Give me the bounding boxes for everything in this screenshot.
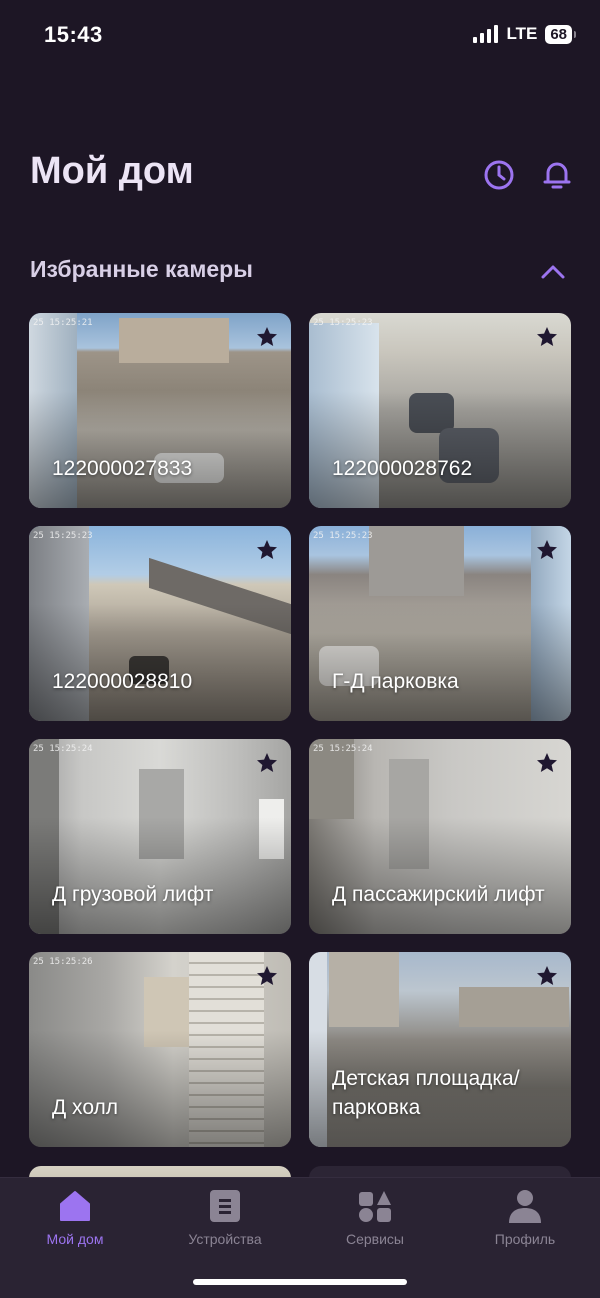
camera-card[interactable]: 25 15:25:23 122000028762: [309, 313, 571, 508]
status-bar: 15:43 LTE 68: [0, 0, 600, 70]
network-type: LTE: [506, 24, 538, 43]
nav-item-profile[interactable]: Профиль: [450, 1178, 600, 1258]
nav-label: Сервисы: [345, 1231, 404, 1247]
camera-card[interactable]: Детская площадка/ парковка: [309, 952, 571, 1147]
services-icon: [359, 1191, 391, 1222]
status-indicators: LTE 68: [473, 24, 576, 44]
signal-icon: [473, 25, 499, 43]
camera-label: Д холл: [52, 1096, 119, 1119]
camera-label: 122000028762: [332, 457, 473, 480]
battery-icon: 68: [545, 24, 576, 44]
camera-timestamp: 25 15:25:23: [313, 531, 373, 541]
camera-timestamp: 25 15:25:24: [313, 744, 373, 754]
camera-card[interactable]: 25 15:25:24 Д грузовой лифт: [29, 739, 291, 934]
nav-label: Мой дом: [46, 1231, 104, 1247]
status-time: 15:43: [44, 22, 103, 47]
camera-card[interactable]: 25 15:25:23 122000028810: [29, 526, 291, 721]
camera-timestamp: 25 15:25:23: [313, 318, 373, 328]
nav-item-home[interactable]: Мой дом: [0, 1178, 150, 1258]
camera-label: 122000028810: [52, 670, 193, 693]
camera-label: Д грузовой лифт: [52, 883, 214, 906]
nav-label: Устройства: [188, 1231, 262, 1247]
bell-icon[interactable]: [540, 158, 574, 192]
profile-icon: [509, 1190, 541, 1223]
star-icon[interactable]: [255, 538, 279, 562]
nav-item-services[interactable]: Сервисы: [300, 1178, 450, 1258]
star-icon[interactable]: [255, 751, 279, 775]
camera-label: Д пассажирский лифт: [332, 883, 545, 906]
favorites-section-title: Избранные камеры: [30, 256, 253, 282]
camera-card[interactable]: 25 15:25:26 Д холл: [29, 952, 291, 1147]
chevron-up-icon[interactable]: [540, 262, 566, 282]
home-indicator: [193, 1279, 407, 1285]
nav-label: Профиль: [494, 1231, 556, 1247]
camera-timestamp: 25 15:25:23: [33, 531, 93, 541]
star-icon[interactable]: [255, 964, 279, 988]
camera-grid: 25 15:25:21 122000027833 25 15:25:23 122…: [29, 313, 571, 1147]
star-icon[interactable]: [535, 751, 559, 775]
camera-timestamp: 25 15:25:26: [33, 957, 93, 967]
star-icon[interactable]: [535, 538, 559, 562]
camera-timestamp: 25 15:25:21: [33, 318, 93, 328]
camera-timestamp: 25 15:25:24: [33, 744, 93, 754]
home-icon: [60, 1191, 90, 1221]
camera-label: Г-Д парковка: [332, 670, 459, 693]
camera-card[interactable]: 25 15:25:23 Г-Д парковка: [309, 526, 571, 721]
camera-label: Детская площадка/ парковка: [332, 1067, 520, 1119]
nav-item-devices[interactable]: Устройства: [150, 1178, 300, 1258]
page-title: Мой дом: [30, 150, 194, 192]
camera-card[interactable]: 25 15:25:24 Д пассажирский лифт: [309, 739, 571, 934]
camera-card[interactable]: 25 15:25:21 122000027833: [29, 313, 291, 508]
star-icon[interactable]: [535, 964, 559, 988]
history-icon[interactable]: [482, 158, 516, 192]
camera-label: 122000027833: [52, 457, 193, 480]
star-icon[interactable]: [535, 325, 559, 349]
devices-icon: [210, 1190, 240, 1222]
star-icon[interactable]: [255, 325, 279, 349]
